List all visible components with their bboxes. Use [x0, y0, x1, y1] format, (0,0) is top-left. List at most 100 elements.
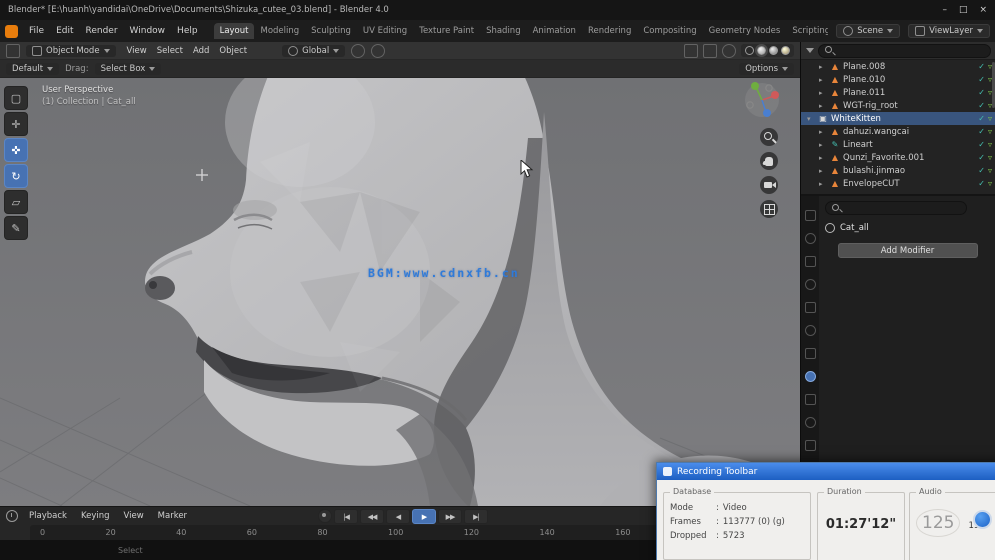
- expander-icon[interactable]: ▸: [819, 167, 827, 175]
- active-object-breadcrumb[interactable]: Cat_all: [825, 223, 990, 233]
- workspace-tab[interactable]: Rendering: [582, 23, 637, 39]
- transport-button[interactable]: ▶: [412, 509, 436, 524]
- menu-item[interactable]: Window: [124, 24, 172, 38]
- blender-logo-icon[interactable]: [5, 24, 18, 38]
- transport-button[interactable]: ◀◀: [360, 509, 384, 524]
- navigation-gizmo[interactable]: [742, 80, 782, 120]
- snap-magnet-icon[interactable]: [351, 43, 366, 58]
- hide-viewport-toggle[interactable]: [978, 140, 985, 149]
- workspace-tab[interactable]: Texture Paint: [413, 23, 480, 39]
- timeline-menu-item[interactable]: Keying: [76, 510, 115, 522]
- hide-viewport-toggle[interactable]: [978, 166, 985, 175]
- tool-button[interactable]: ▱: [4, 190, 28, 214]
- viewport-menu-item[interactable]: Object: [214, 45, 252, 57]
- properties-tab[interactable]: [804, 417, 816, 428]
- properties-tab[interactable]: [804, 440, 816, 451]
- timeline-menu-item[interactable]: Playback: [24, 510, 72, 522]
- properties-tab[interactable]: [804, 371, 816, 382]
- tool-button[interactable]: ✜: [4, 138, 28, 162]
- scene-selector[interactable]: Scene: [836, 24, 901, 38]
- expander-icon[interactable]: ▸: [819, 128, 827, 136]
- viewport-nav-button[interactable]: [760, 128, 778, 146]
- properties-tab[interactable]: [804, 394, 816, 405]
- recorder-title-bar[interactable]: Recording Toolbar: [657, 463, 995, 480]
- xray-toggle-icon[interactable]: [722, 43, 736, 58]
- outliner-search-input[interactable]: [838, 46, 985, 55]
- disable-render-toggle[interactable]: [988, 114, 992, 123]
- workspace-tab[interactable]: Sculpting: [305, 23, 357, 39]
- properties-search[interactable]: [825, 201, 967, 215]
- outliner-row[interactable]: ▸ Plane.011: [801, 86, 995, 99]
- filter-icon[interactable]: [806, 48, 814, 53]
- expander-icon[interactable]: ▸: [819, 180, 827, 188]
- workspace-tab[interactable]: Shading: [480, 23, 527, 39]
- options-dropdown[interactable]: Options: [739, 62, 794, 75]
- disable-render-toggle[interactable]: [988, 127, 992, 136]
- menu-item[interactable]: Help: [171, 24, 204, 38]
- material-preview-icon[interactable]: [769, 46, 778, 55]
- hide-viewport-toggle[interactable]: [978, 88, 985, 97]
- menu-item[interactable]: Render: [80, 24, 124, 38]
- viewport-3d[interactable]: Object Mode View Select Add Object Global: [0, 42, 800, 506]
- add-modifier-button[interactable]: Add Modifier: [837, 243, 978, 258]
- transport-button[interactable]: |◀: [334, 509, 358, 524]
- transport-button[interactable]: ▶▶: [438, 509, 462, 524]
- editor-type-icon[interactable]: [6, 43, 20, 58]
- hide-viewport-toggle[interactable]: [978, 179, 985, 188]
- workspace-tab[interactable]: Modeling: [254, 23, 305, 39]
- menu-item[interactable]: Edit: [50, 24, 79, 38]
- view-layer-selector[interactable]: ViewLayer: [908, 24, 990, 38]
- tool-button[interactable]: ✛: [4, 112, 28, 136]
- expander-icon[interactable]: ▸: [819, 89, 827, 97]
- menu-item[interactable]: File: [23, 24, 50, 38]
- mode-dropdown[interactable]: Object Mode: [26, 44, 116, 57]
- expander-icon[interactable]: ▸: [819, 102, 827, 110]
- hide-viewport-toggle[interactable]: [978, 153, 985, 162]
- properties-tab[interactable]: [804, 210, 816, 221]
- disable-render-toggle[interactable]: [988, 166, 992, 175]
- outliner-row[interactable]: ▸ Qunzi_Favorite.001: [801, 151, 995, 164]
- tool-button[interactable]: ✎: [4, 216, 28, 240]
- show-overlays-icon[interactable]: [703, 43, 717, 58]
- window-control-button[interactable]: –: [942, 5, 947, 15]
- window-control-button[interactable]: ×: [979, 5, 987, 15]
- workspace-tab[interactable]: UV Editing: [357, 23, 413, 39]
- viewport-nav-button[interactable]: [760, 200, 778, 218]
- outliner-row[interactable]: ▸ dahuzi.wangcai: [801, 125, 995, 138]
- timeline-menu-item[interactable]: Marker: [153, 510, 192, 522]
- auto-keying-toggle[interactable]: [318, 509, 332, 523]
- transport-button[interactable]: ▶|: [464, 509, 488, 524]
- workspace-tab[interactable]: Geometry Nodes: [703, 23, 787, 39]
- hide-viewport-toggle[interactable]: [978, 75, 985, 84]
- disable-render-toggle[interactable]: [988, 153, 992, 162]
- drag-action-dropdown[interactable]: Select Box: [94, 62, 162, 75]
- expander-icon[interactable]: ▸: [819, 63, 827, 71]
- expander-icon[interactable]: ▾: [807, 115, 815, 123]
- transport-button[interactable]: ◀: [386, 509, 410, 524]
- viewport-menu-item[interactable]: Select: [152, 45, 188, 57]
- transform-orientation-dropdown[interactable]: Global: [282, 44, 346, 57]
- viewport-menu-item[interactable]: Add: [188, 45, 214, 57]
- workspace-tab[interactable]: Scripting: [786, 23, 828, 39]
- record-button[interactable]: [973, 510, 992, 529]
- viewport-nav-button[interactable]: [760, 176, 778, 194]
- outliner-search[interactable]: [818, 43, 991, 58]
- viewport-menu-item[interactable]: View: [122, 45, 152, 57]
- outliner-row[interactable]: ▸ WGT-rig_root: [801, 99, 995, 112]
- title-bar[interactable]: Blender* [E:\huanh\yandidai\OneDrive\Doc…: [0, 0, 995, 20]
- hide-viewport-toggle[interactable]: [978, 62, 985, 71]
- outliner-row[interactable]: ▸ EnvelopeCUT: [801, 177, 995, 190]
- expander-icon[interactable]: ▸: [819, 76, 827, 84]
- outliner-row[interactable]: ▸ bulashi.jinmao: [801, 164, 995, 177]
- disable-render-toggle[interactable]: [988, 140, 992, 149]
- tool-button[interactable]: ▢: [4, 86, 28, 110]
- workspace-tab[interactable]: Compositing: [637, 23, 702, 39]
- properties-tab[interactable]: [804, 325, 816, 336]
- properties-tab[interactable]: [804, 233, 816, 244]
- disable-render-toggle[interactable]: [988, 179, 992, 188]
- hide-viewport-toggle[interactable]: [978, 114, 985, 123]
- timeline-menu-item[interactable]: View: [119, 510, 149, 522]
- rendered-shading-icon[interactable]: [781, 46, 790, 55]
- solid-shading-icon[interactable]: [755, 44, 768, 57]
- workspace-tab[interactable]: Layout: [213, 23, 255, 39]
